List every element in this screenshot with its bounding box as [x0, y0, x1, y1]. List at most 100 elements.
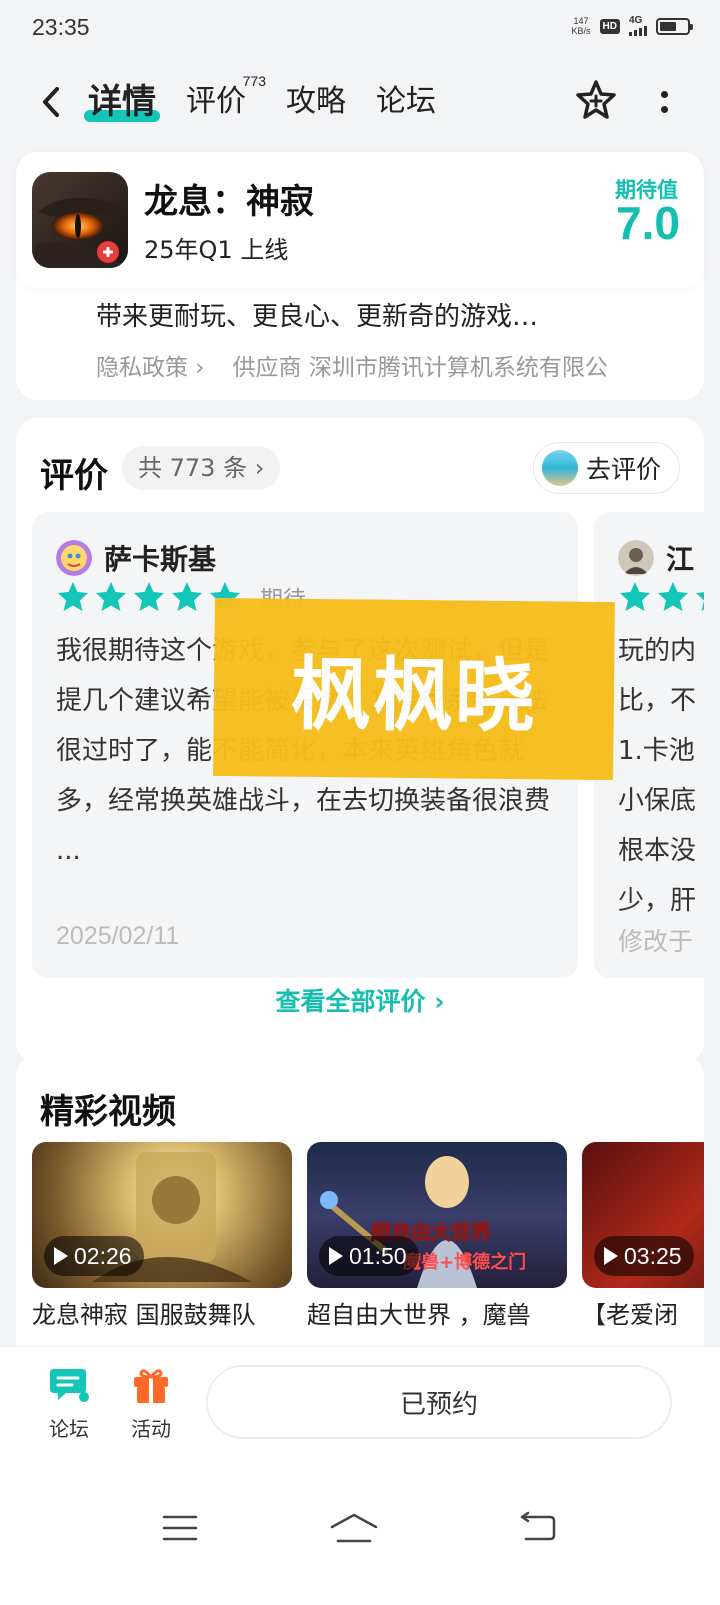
reserved-button[interactable]: 已预约 [206, 1365, 672, 1439]
more-dot [660, 91, 668, 98]
star-icon [134, 582, 164, 611]
video-thumbnail: 02:26 [32, 1142, 292, 1288]
tab-reviews[interactable]: 评价 773 [186, 74, 266, 126]
video-title: 超自由大世界 ，魔兽 [307, 1301, 531, 1329]
menu-icon[interactable] [160, 1511, 200, 1545]
bottom-action-bar: 论坛 活动 已预约 [0, 1346, 720, 1605]
video-thumbnail: 超自由大世界 魔兽+博德之门 01:50 [307, 1142, 567, 1288]
review-count-badge: 773 [242, 73, 266, 89]
status-indicators: 147 KB/s HD 4G [572, 16, 693, 36]
write-review-label: 去评价 [585, 455, 661, 484]
video-duration: 01:50 [319, 1236, 419, 1276]
star-plus-icon [576, 80, 616, 119]
follow-button[interactable] [574, 78, 618, 122]
network-type: 4G [629, 15, 643, 26]
tab-guides[interactable]: 攻略 [286, 78, 346, 126]
user-avatar [541, 450, 578, 486]
review-text: 玩的内 比，不 1.卡池 小保底 根本没 少，肝 [618, 626, 704, 926]
top-nav: 详情 评价 773 攻略 论坛 [0, 70, 720, 136]
back-button[interactable] [36, 84, 66, 120]
battery-level [660, 21, 676, 31]
forum-label: 论坛 [49, 1417, 89, 1441]
review-line: 少，肝 [618, 886, 697, 916]
tab-bar: 详情 评价 773 攻略 论坛 [84, 74, 466, 126]
star-icon [96, 582, 126, 611]
review-line: 1.卡池 [618, 736, 695, 766]
game-title: 龙息：神寂 [144, 182, 314, 222]
see-all-reviews-link[interactable]: 查看全部评价 › [16, 982, 704, 1018]
review-line: 玩的内 [618, 636, 697, 666]
forum-button[interactable]: 论坛 [34, 1365, 104, 1442]
description-text: 带来更耐玩、更良心、更新奇的游戏… [96, 302, 539, 332]
reviewer: 萨卡斯基 [56, 538, 216, 578]
description-links: 隐私政策 › 供应商 深圳市腾讯计算机系统有限公 [96, 348, 608, 382]
status-time: 23:35 [32, 14, 90, 40]
reviews-title: 评价 [40, 456, 108, 496]
tab-guides-label: 攻略 [286, 84, 346, 119]
review-count-link[interactable]: 共 773 条 › [122, 446, 281, 490]
privacy-policy-link[interactable]: 隐私政策 › [96, 348, 205, 382]
review-line: 根本没 [618, 836, 697, 866]
game-icon[interactable] [32, 172, 128, 268]
video-thumbnail: 03:25 [582, 1142, 704, 1288]
play-icon [54, 1247, 68, 1265]
more-menu-button[interactable] [652, 84, 676, 120]
expectation-score: 7.0 [616, 197, 680, 249]
home-icon[interactable] [330, 1511, 378, 1545]
system-navigation-bar [0, 1487, 720, 1567]
videos-title: 精彩视频 [40, 1092, 176, 1132]
star-icon [172, 582, 202, 611]
back-icon[interactable] [518, 1511, 558, 1545]
video-item[interactable]: 02:26 龙息神寂 国服鼓舞队 [32, 1142, 292, 1332]
review-line: 小保底 [618, 786, 697, 816]
duration-text: 01:50 [349, 1242, 407, 1269]
launch-date: 25年Q1 上线 [144, 236, 289, 264]
chevron-left-icon [43, 87, 59, 117]
tab-details[interactable]: 详情 [84, 78, 160, 126]
play-icon [604, 1247, 618, 1265]
review-line: 比，不 [618, 686, 697, 716]
speed-value: 147 [573, 16, 589, 26]
watermark-overlay: 枫枫晓 [213, 597, 615, 781]
rating-stars [618, 580, 704, 614]
video-title: 龙息神寂 国服鼓舞队 [32, 1301, 256, 1329]
chat-bubble-icon [50, 1369, 89, 1402]
avatar [618, 540, 654, 576]
reviewer-name: 萨卡斯基 [104, 543, 217, 576]
speed-unit: KB/s [571, 26, 591, 36]
review-date: 2025/02/11 [56, 922, 180, 950]
thumbnail-caption: 魔兽+博德之门 [403, 1252, 527, 1273]
star-icon [658, 582, 688, 611]
reviewer: 江 [618, 538, 694, 578]
gift-icon [134, 1369, 168, 1403]
duration-text: 02:26 [74, 1242, 132, 1269]
video-duration: 02:26 [44, 1236, 144, 1276]
supplier-info: 供应商 深圳市腾讯计算机系统有限公 [232, 355, 608, 381]
dragon-eye-icon [32, 172, 128, 268]
more-dot [660, 106, 668, 113]
star-icon [696, 592, 704, 611]
watermark-text: 枫枫晓 [290, 647, 538, 744]
tab-forum-label: 论坛 [376, 84, 436, 119]
signal-icon: 4G [629, 16, 647, 36]
avatar [56, 540, 92, 576]
duration-text: 03:25 [624, 1242, 682, 1269]
tab-reviews-label: 评价 [186, 84, 246, 119]
write-review-button[interactable]: 去评价 [532, 442, 680, 494]
activity-button[interactable]: 活动 [116, 1365, 186, 1442]
play-icon [329, 1247, 343, 1265]
review-date: 修改于 [618, 928, 694, 956]
activity-label: 活动 [131, 1417, 171, 1441]
video-item[interactable]: 超自由大世界 魔兽+博德之门 01:50 超自由大世界 ，魔兽 [307, 1142, 567, 1332]
battery-icon [656, 17, 693, 35]
game-info-card: 龙息：神寂 25年Q1 上线 期待值 7.0 [16, 152, 704, 288]
hd-icon: HD [599, 18, 620, 34]
video-title: 【老爱闭 [582, 1301, 678, 1329]
network-speed: 147 KB/s [572, 16, 591, 36]
video-item[interactable]: 03:25 【老爱闭 [582, 1142, 704, 1332]
tab-details-label: 详情 [88, 82, 156, 122]
star-icon [620, 582, 650, 611]
tab-forum[interactable]: 论坛 [376, 78, 436, 126]
status-bar: 23:35 147 KB/s HD 4G [0, 0, 720, 56]
star-icon [58, 582, 88, 611]
